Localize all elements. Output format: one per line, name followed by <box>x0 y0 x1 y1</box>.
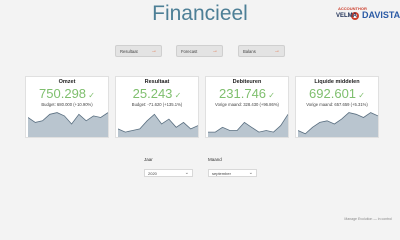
sparkline-chart <box>28 112 108 137</box>
nav-button-balans[interactable]: Balans → <box>238 45 285 57</box>
check-icon: ✓ <box>266 91 275 100</box>
filter-label-maand: Maand <box>208 157 222 162</box>
arrow-right-icon: → <box>274 48 280 54</box>
chevron-down-icon: ⌄ <box>248 170 253 176</box>
logo-right-text: DAVISTA <box>362 10 400 20</box>
nav-button-resultaat[interactable]: Resultaat → <box>115 45 162 57</box>
nav-label: Balans <box>243 48 256 54</box>
sparkline-chart <box>118 113 198 137</box>
filter-label-jaar: Jaar <box>144 157 153 162</box>
check-icon: ✓ <box>86 91 95 100</box>
arrow-right-icon: → <box>151 48 157 54</box>
year-select-value: 2020 <box>148 171 157 176</box>
card-title: Resultaat <box>144 79 170 85</box>
nav-button-forecast[interactable]: Forecast → <box>176 45 223 57</box>
logo-left-text: VELMA <box>336 13 357 19</box>
nav-label: Resultaat <box>120 48 138 54</box>
card-value: 25.243 ✓ <box>132 86 182 101</box>
kpi-card-omzet: Omzet 750.298 ✓ Budget: 680.000 (+10.90%… <box>25 76 109 138</box>
card-value: 692.601 ✓ <box>309 86 365 101</box>
kpi-card-resultaat: Resultaat 25.243 ✓ Budget: -71.620 (+135… <box>115 76 199 138</box>
arrow-right-icon: → <box>212 48 218 54</box>
card-subtitle: Vorige maand: 657.659 (+5.31%) <box>306 102 368 107</box>
header: Financieel ACCOUNTHOR VELMA DAVISTA <box>0 0 400 30</box>
month-select[interactable]: september ⌄ <box>208 169 257 177</box>
kpi-card-debiteuren: Debiteuren 231.746 ✓ Vorige maand: 328.4… <box>205 76 289 138</box>
page-title: Financieel <box>152 2 248 25</box>
kpi-card-liquide-middelen: Liquide middelen 692.601 ✓ Vorige maand:… <box>295 76 379 138</box>
check-icon: ✓ <box>356 91 365 100</box>
card-value: 231.746 ✓ <box>219 86 275 101</box>
card-subtitle: Vorige maand: 328.430 (+96.86%) <box>215 102 279 107</box>
card-title: Omzet <box>58 79 76 85</box>
card-value: 750.298 ✓ <box>39 86 95 101</box>
card-subtitle: Budget: -71.620 (+135.1%) <box>131 102 183 107</box>
nav-label: Forecast <box>181 48 198 54</box>
sparkline-chart <box>298 112 378 137</box>
card-title: Debiteuren <box>232 79 262 85</box>
check-icon: ✓ <box>172 91 182 100</box>
year-select[interactable]: 2020 ⌄ <box>144 169 193 177</box>
chevron-down-icon: ⌄ <box>184 170 189 176</box>
card-subtitle: Budget: 680.000 (+10.90%) <box>41 102 93 107</box>
card-title: Liquide middelen <box>314 79 360 85</box>
sparkline-area <box>208 114 288 137</box>
company-logo: ACCOUNTHOR VELMA DAVISTA <box>336 6 400 24</box>
sparkline-chart <box>208 114 288 137</box>
footer-text: Manage Evolution — in control <box>344 217 392 221</box>
month-select-value: september <box>212 171 231 176</box>
sparkline-area <box>118 114 198 137</box>
